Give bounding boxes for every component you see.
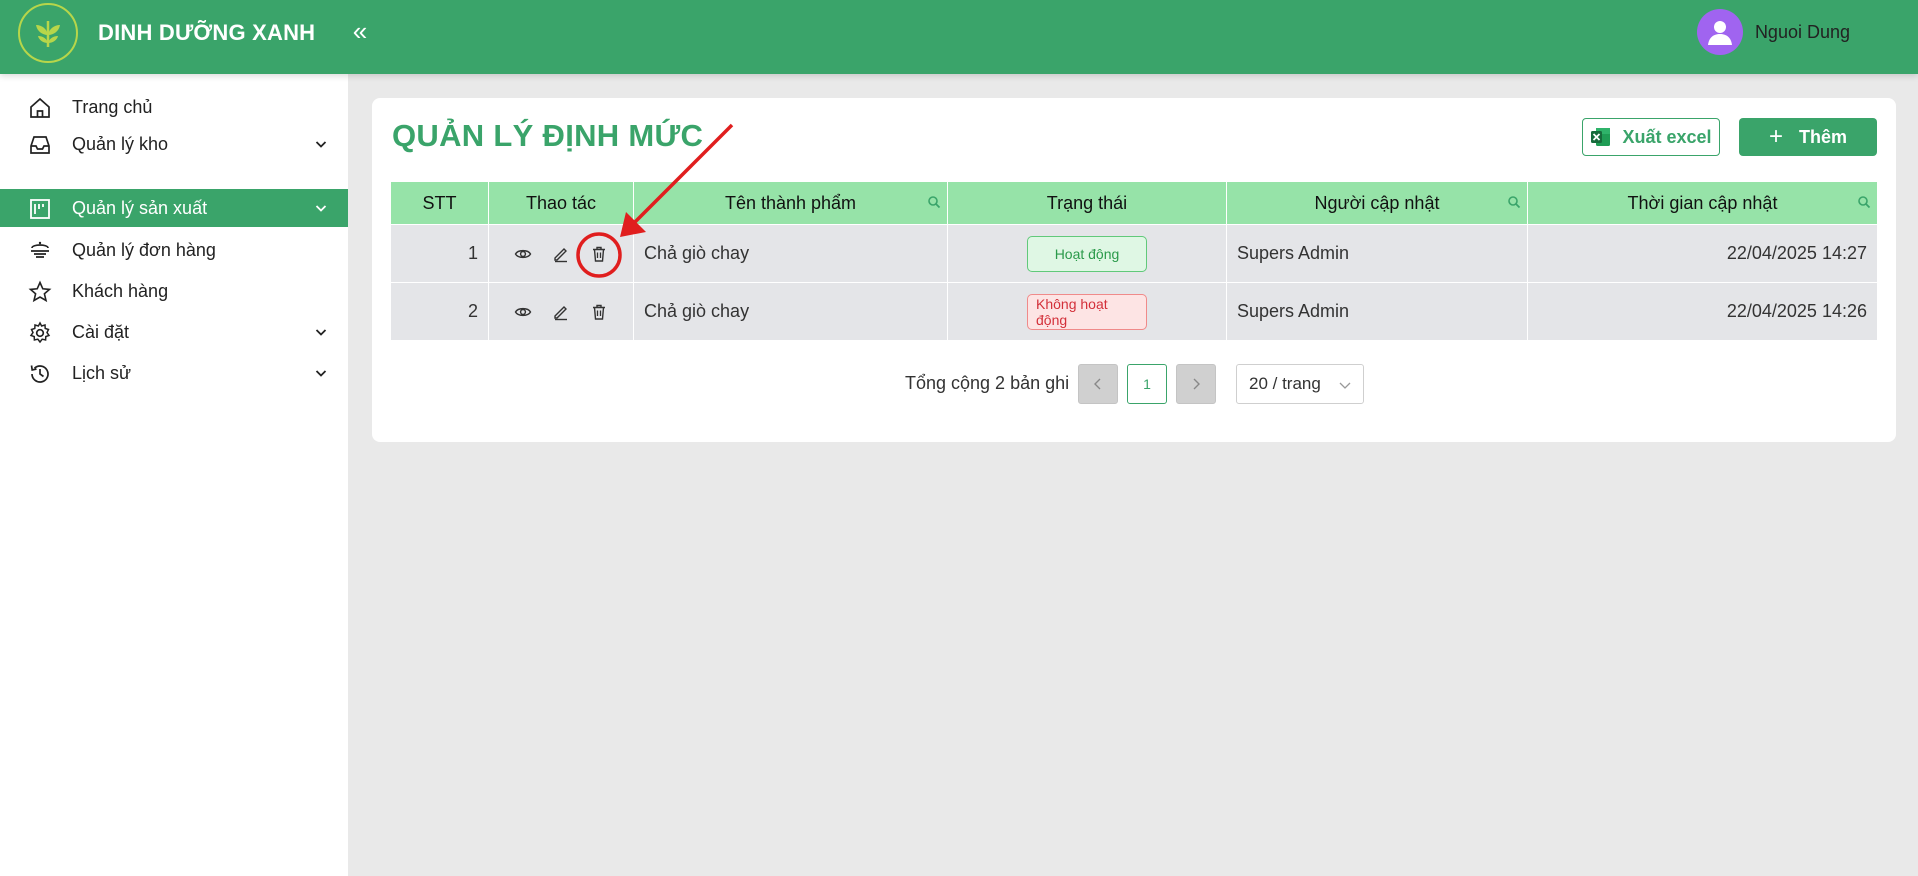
pagination: Tổng cộng 2 bản ghi 1 20 / trang (372, 364, 1896, 404)
inbox-icon (30, 136, 50, 154)
col-header-updated-by: Người cập nhật (1227, 182, 1528, 224)
sidebar-item-label: Trang chủ (72, 96, 153, 117)
factory-icon (30, 199, 50, 219)
col-header-updated-by-label: Người cập nhật (1314, 192, 1440, 213)
brand[interactable]: DINH DƯỠNG XANH (0, 0, 348, 74)
norm-table: STT Thao tác Tên thành phẩm Trạng thái N… (391, 182, 1877, 340)
sidebar-item-3[interactable]: Quản lý đơn hàng (0, 231, 348, 269)
export-excel-button[interactable]: Xuất excel (1582, 118, 1720, 156)
brand-name: DINH DƯỠNG XANH (98, 20, 316, 45)
col-header-actions: Thao tác (489, 182, 634, 224)
sidebar-item-label: Lịch sử (72, 362, 132, 383)
table-row: 2 Chả giò chay Không hoạt động Supers Ad… (391, 282, 1877, 340)
col-header-updated-at-label: Thời gian cập nhật (1627, 192, 1778, 213)
sidebar-item-label: Quản lý đơn hàng (72, 239, 216, 260)
export-label: Xuất excel (1622, 126, 1712, 147)
home-icon (30, 97, 50, 118)
col-header-product-name-label: Tên thành phẩm (724, 192, 857, 213)
logo (18, 3, 78, 63)
cell-status: Hoạt động (948, 224, 1227, 282)
search-icon[interactable] (927, 195, 941, 209)
user-icon (1707, 21, 1732, 45)
sidebar-item-2[interactable]: Quản lý sản xuất (0, 189, 348, 227)
page-size-select[interactable]: 20 / trang (1236, 364, 1364, 404)
table-header-row: STT Thao tác Tên thành phẩm Trạng thái N… (391, 182, 1877, 224)
col-header-updated-at: Thời gian cập nhật (1528, 182, 1877, 224)
page-title: QUẢN LÝ ĐỊNH MỨC (392, 118, 704, 153)
status-badge: Không hoạt động (1027, 293, 1147, 330)
sidebar-item-5[interactable]: Cài đặt (0, 313, 348, 351)
view-icon[interactable] (513, 302, 533, 322)
sidebar-item-4[interactable]: Khách hàng (0, 272, 348, 310)
collapse-sidebar-icon[interactable]: « (348, 16, 372, 46)
cell-updated-by: Supers Admin (1227, 224, 1528, 282)
chevron-down-icon (315, 370, 327, 377)
chevron-down-icon (315, 329, 327, 336)
sidebar-item-label: Cài đặt (72, 321, 130, 342)
sidebar-item-1[interactable]: Quản lý kho (0, 125, 348, 163)
top-header: DINH DƯỠNG XANH « Nguoi Dung (0, 0, 1918, 74)
cell-status: Không hoạt động (948, 282, 1227, 340)
total-records: Tổng cộng 2 bản ghi (905, 373, 1070, 393)
gear-icon (29, 321, 51, 344)
user-name: Nguoi Dung (1754, 21, 1850, 42)
cell-updated-at: 22/04/2025 14:26 (1528, 282, 1877, 340)
sidebar: Trang chủ Quản lý kho Quản lý sản xuất Quản… (0, 74, 348, 876)
sidebar-item-label: Quản lý kho (72, 133, 169, 154)
chevron-left-icon (1094, 378, 1101, 390)
col-header-product-name: Tên thành phẩm (634, 182, 948, 224)
edit-icon[interactable] (551, 244, 571, 264)
page-number[interactable]: 1 (1127, 364, 1167, 404)
cell-actions (489, 224, 634, 282)
sidebar-item-label: Quản lý sản xuất (72, 197, 208, 218)
cell-stt: 1 (391, 224, 489, 282)
order-icon (31, 241, 49, 258)
chevron-down-icon (1339, 382, 1351, 389)
sidebar-item-6[interactable]: Lịch sử (0, 354, 348, 392)
star-icon (28, 280, 52, 303)
delete-icon[interactable] (589, 302, 609, 322)
add-label: Thêm (1799, 126, 1848, 147)
cell-stt: 2 (391, 282, 489, 340)
table-row: 1 Chả giò chay Hoạt động Supers Admin 22… (391, 224, 1877, 282)
user-menu[interactable]: Nguoi Dung (1696, 9, 1850, 55)
cell-actions (489, 282, 634, 340)
cell-updated-by: Supers Admin (1227, 282, 1528, 340)
search-icon[interactable] (1507, 195, 1521, 209)
chevron-down-icon (315, 205, 327, 212)
cell-product-name: Chả giò chay (634, 224, 948, 282)
avatar (1696, 9, 1743, 55)
view-icon[interactable] (513, 244, 533, 264)
excel-icon (1591, 128, 1611, 146)
prev-page-button[interactable] (1078, 364, 1118, 404)
chevron-right-icon (1193, 378, 1200, 390)
plus-icon: + (1768, 123, 1783, 150)
sidebar-item-0[interactable]: Trang chủ (0, 88, 348, 126)
edit-icon[interactable] (551, 302, 571, 322)
sidebar-item-label: Khách hàng (72, 280, 169, 301)
cell-updated-at: 22/04/2025 14:27 (1528, 224, 1877, 282)
next-page-button[interactable] (1176, 364, 1216, 404)
cell-product-name: Chả giò chay (634, 282, 948, 340)
search-icon[interactable] (1857, 195, 1871, 209)
history-icon (30, 365, 49, 383)
page-size-value: 20 / trang (1249, 374, 1321, 393)
status-badge: Hoạt động (1027, 235, 1147, 272)
content-card: QUẢN LÝ ĐỊNH MỨC Xuất excel + Thêm STT T… (372, 98, 1896, 442)
col-header-status: Trạng thái (948, 182, 1227, 224)
delete-icon[interactable] (589, 244, 609, 264)
add-button[interactable]: + Thêm (1739, 118, 1877, 156)
col-header-stt: STT (391, 182, 489, 224)
chevron-down-icon (315, 141, 327, 148)
